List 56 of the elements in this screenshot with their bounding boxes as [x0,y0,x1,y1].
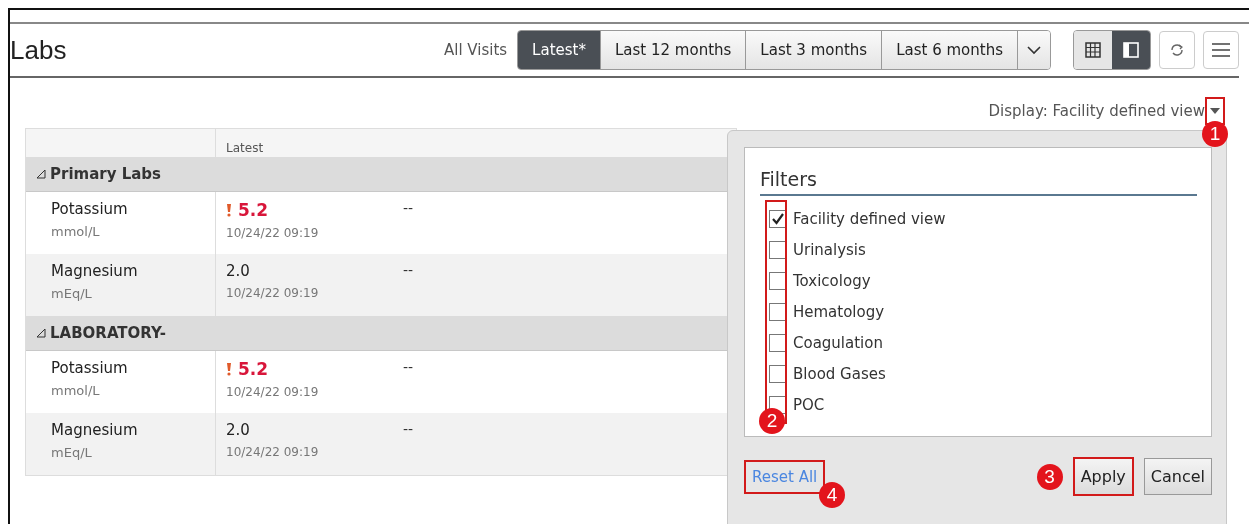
lab-value[interactable]: 5.2 [238,359,269,379]
previous-value: -- [403,359,414,375]
filter-label: POC [793,396,825,414]
lab-name: Magnesium [51,262,139,280]
callout-number: 1 [1202,121,1228,147]
refresh-icon [1169,42,1185,58]
filters-title: Filters [760,168,1197,196]
group-name: LABORATORY- [50,324,166,342]
chevron-down-icon [1026,45,1042,55]
previous-value: -- [403,421,414,437]
result-time: 10/24/22 09:19 [226,226,320,240]
result-time: 10/24/22 09:19 [226,385,320,399]
result-time: 10/24/22 09:19 [226,286,320,300]
range-tab[interactable]: Latest* [518,31,601,69]
result-time: 10/24/22 09:19 [226,445,320,459]
filter-label: Facility defined view [793,210,946,228]
grid-view-button[interactable] [1074,31,1112,69]
display-dropdown-button[interactable] [1205,97,1225,125]
range-tab[interactable]: Last 6 months [882,31,1018,69]
column-header: Latest [225,140,265,157]
lab-unit: mEq/L [51,286,93,301]
lab-unit: mEq/L [51,445,93,460]
menu-icon [1211,42,1231,58]
display-label: Display: Facility defined view [988,102,1205,120]
lab-value[interactable]: 2.0 [226,421,250,439]
filter-label: Urinalysis [793,241,866,259]
lab-value[interactable]: 2.0 [226,262,250,280]
range-tab[interactable]: Last 3 months [746,31,883,69]
menu-button[interactable] [1203,31,1239,69]
lab-unit: mmol/L [51,224,101,239]
page-title: Labs [10,34,67,66]
callout-number: 2 [759,408,785,434]
filter-label: Coagulation [793,334,883,352]
caret-icon [1210,108,1220,114]
grid-icon [1085,42,1101,58]
callout-number: 4 [819,481,845,508]
lab-name: Magnesium [51,421,139,439]
range-tab[interactable]: Last 12 months [600,31,747,69]
group-name: Primary Labs [50,165,162,183]
cancel-button[interactable]: Cancel [1143,458,1212,495]
lab-value[interactable]: 5.2 [238,200,269,220]
more-ranges-button[interactable] [1018,31,1050,69]
apply-button[interactable]: Apply [1072,457,1134,496]
filter-label: Toxicology [793,272,871,290]
previous-value: -- [403,262,414,278]
lab-name: Potassium [51,359,129,377]
filter-label: Blood Gases [793,365,886,383]
lab-name: Potassium [51,200,129,218]
filter-label: Hematology [793,303,885,321]
refresh-button[interactable] [1159,31,1195,69]
all-visits-label[interactable]: All Visits [443,41,508,59]
previous-value: -- [403,200,414,216]
panel-icon [1123,42,1139,58]
panel-view-button[interactable] [1112,31,1150,69]
lab-unit: mmol/L [51,383,101,398]
callout-number: 3 [1036,463,1063,490]
